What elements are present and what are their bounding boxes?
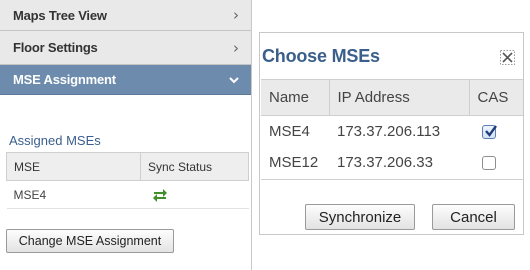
chevron-right-icon: ›: [233, 6, 239, 24]
column-header-ip-address: IP Address: [328, 79, 469, 116]
close-icon[interactable]: [500, 50, 515, 65]
ip-address-cell: 173.37.206.113: [337, 122, 441, 140]
mse-name-cell: MSE4: [6, 180, 141, 209]
ip-address-cell: 173.37.206.33: [329, 146, 469, 180]
column-header-sync-status: Sync Status: [140, 152, 249, 181]
chevron-right-icon: ›: [233, 38, 239, 57]
maps-tree-view-header[interactable]: Maps Tree View ›: [0, 0, 251, 31]
sync-status-cell: [140, 180, 249, 209]
dialog-title: Choose MSEs: [262, 46, 380, 66]
cas-checkbox[interactable]: [482, 124, 497, 139]
cancel-button[interactable]: Cancel: [432, 204, 515, 230]
table-row: MSE4: [6, 180, 249, 209]
table-row: MSE4 173.37.206.113: [261, 116, 523, 147]
cas-cell: [469, 146, 523, 180]
sync-arrows-icon: [152, 188, 168, 202]
section-label: Maps Tree View: [13, 7, 107, 23]
change-mse-assignment-button[interactable]: Change MSE Assignment: [6, 229, 174, 253]
mse-name-cell: MSE4: [269, 122, 310, 140]
table-row: MSE12 173.37.206.33: [261, 146, 523, 180]
chevron-down-icon: [229, 73, 239, 87]
mse-selection-table: Name IP Address CAS MSE4 173.37.206.113 …: [261, 79, 523, 180]
synchronize-button[interactable]: Synchronize: [305, 204, 415, 230]
section-label: MSE Assignment: [13, 72, 116, 87]
choose-mses-dialog: Choose MSEs Name IP Address CAS MSE4 173…: [259, 32, 524, 235]
section-label: Floor Settings: [13, 40, 98, 55]
column-header-name: Name: [261, 79, 329, 116]
left-panel: Maps Tree View › Floor Settings › MSE As…: [0, 0, 252, 270]
floor-settings-header[interactable]: Floor Settings ›: [0, 31, 251, 65]
assigned-mses-table: MSE Sync Status MSE4: [6, 152, 249, 209]
mse-assignment-header[interactable]: MSE Assignment: [0, 65, 251, 95]
column-header-cas: CAS: [468, 79, 523, 116]
column-header-mse: MSE: [6, 152, 141, 181]
mse-name-cell: MSE12: [261, 146, 329, 180]
assigned-mses-title: Assigned MSEs: [9, 133, 101, 148]
cas-cell: [469, 116, 523, 147]
cas-checkbox[interactable]: [482, 156, 496, 171]
